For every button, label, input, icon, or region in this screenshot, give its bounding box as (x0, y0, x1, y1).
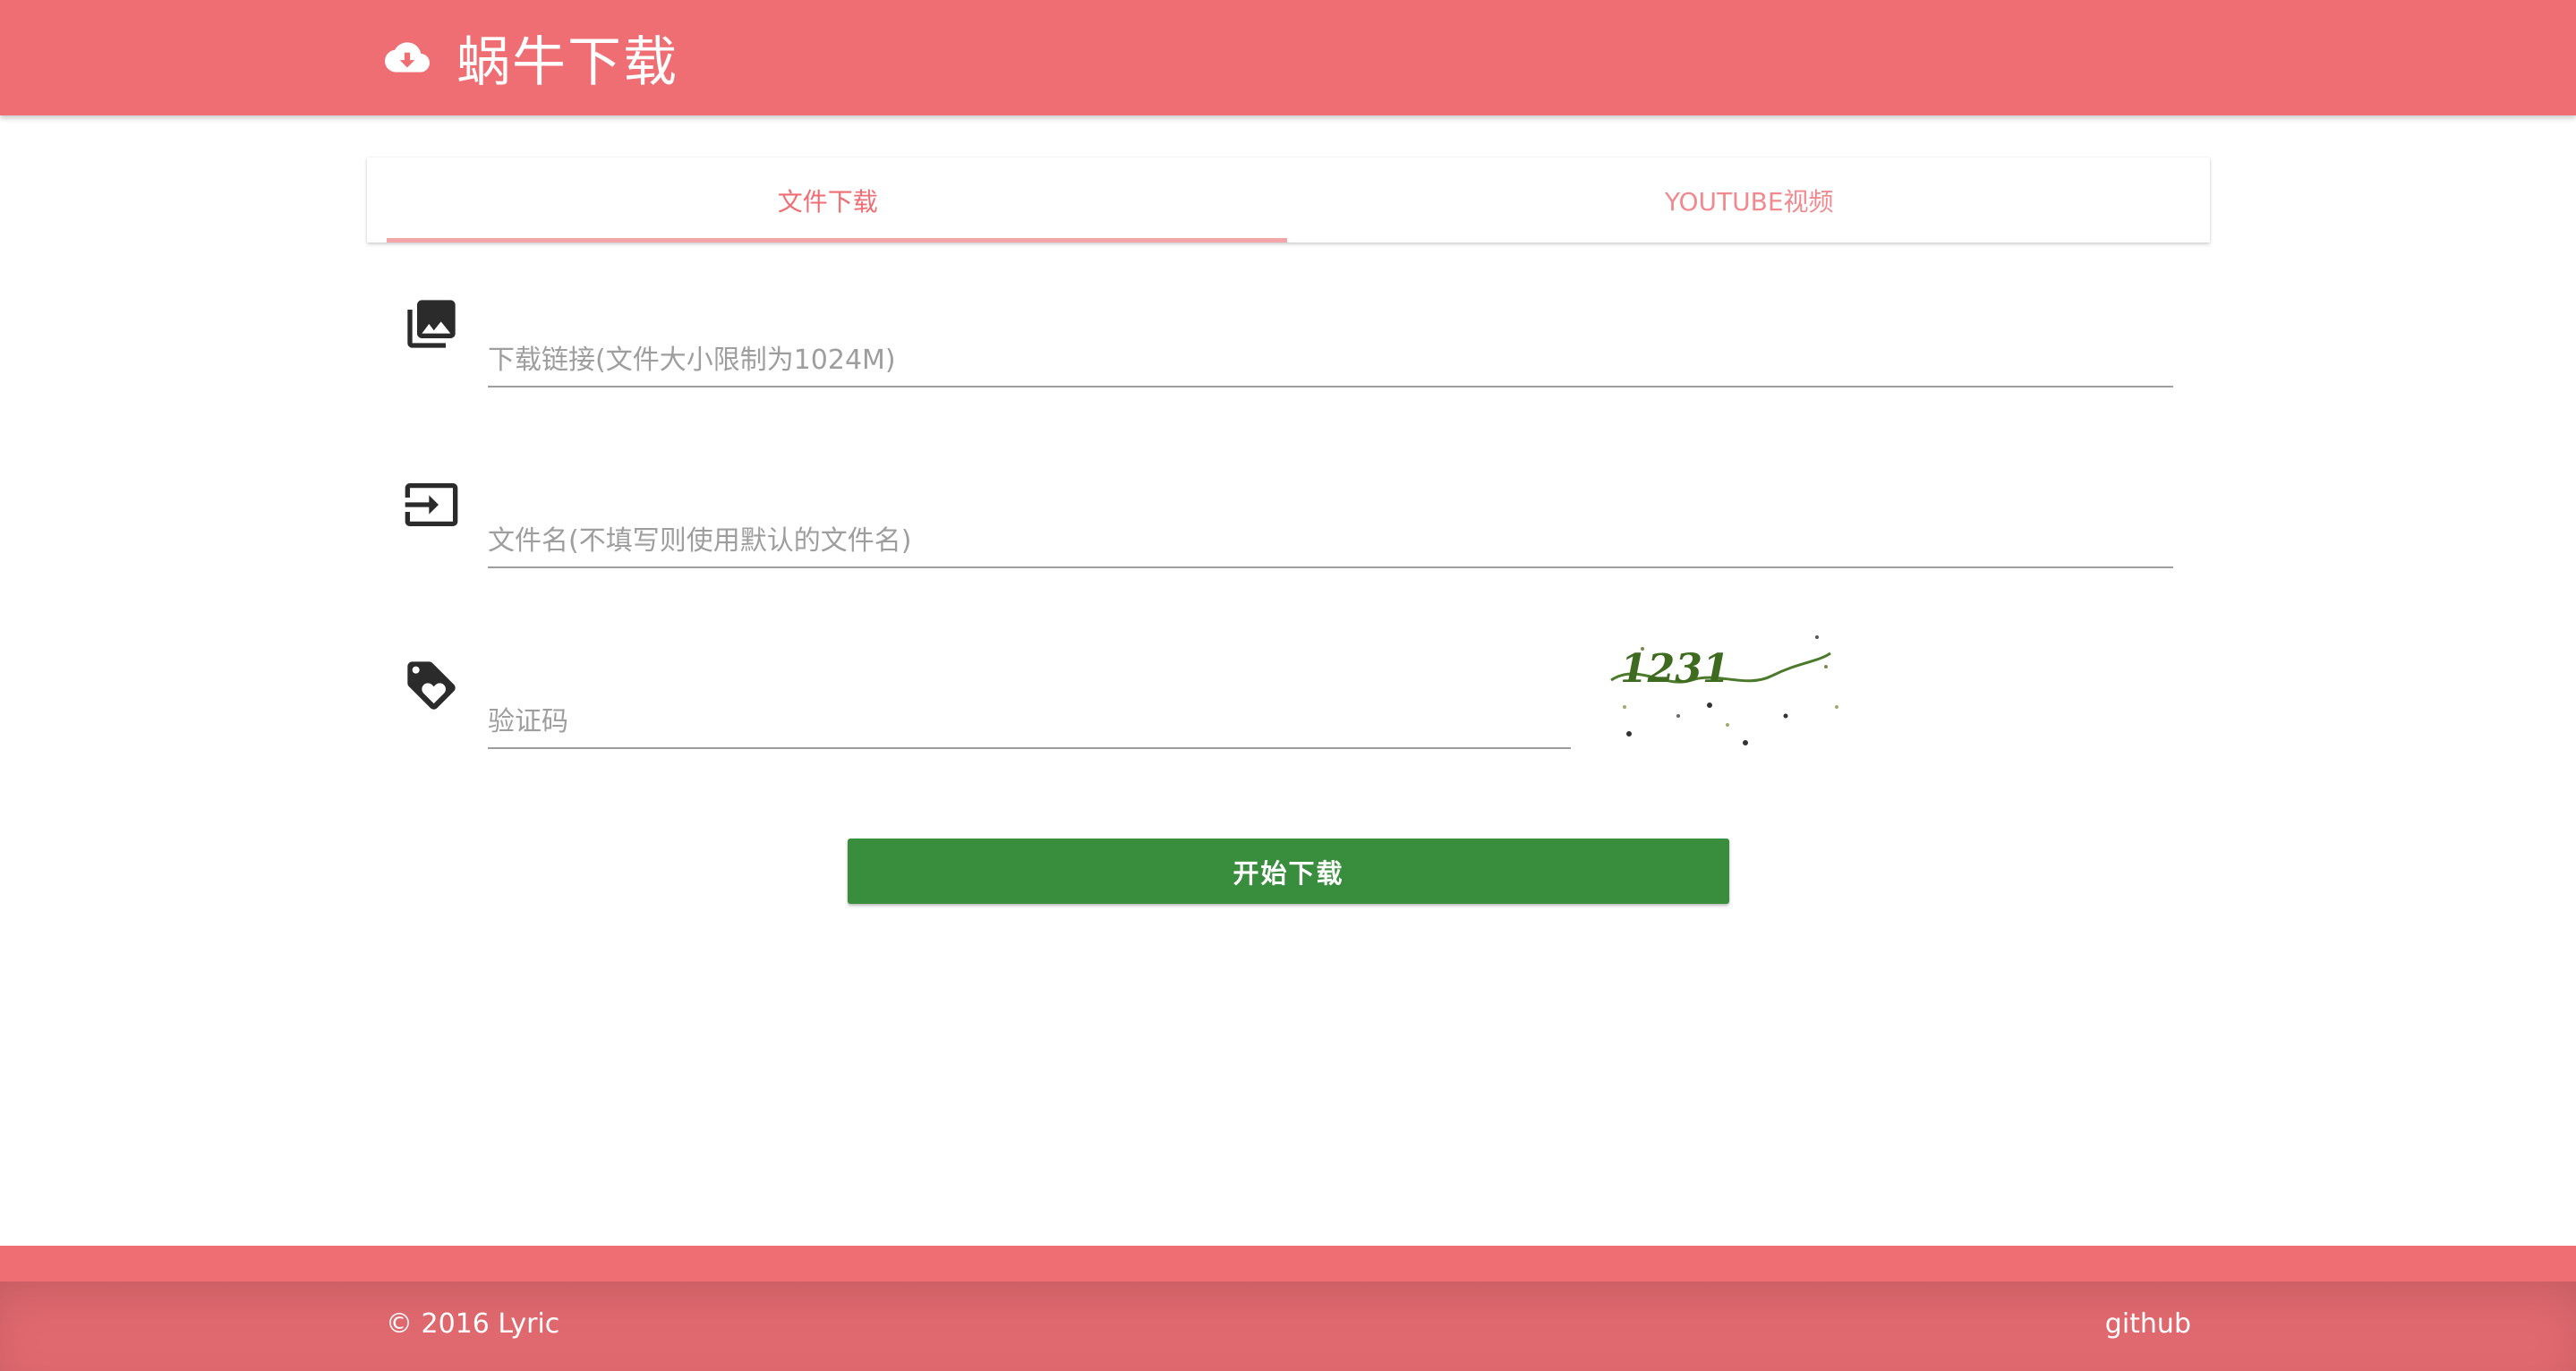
brand[interactable]: 蜗牛下载 (385, 25, 678, 94)
brand-title: 蜗牛下载 (456, 30, 678, 94)
download-url-input[interactable] (488, 334, 2173, 386)
start-download-button[interactable]: 开始下载 (848, 839, 1729, 904)
tab-bar: 文件下载 YOUTUBE视频 (367, 158, 2210, 243)
footer-band (0, 1246, 2576, 1282)
footer: © 2016 Lyric github (0, 1282, 2576, 1371)
top-navbar: 蜗牛下载 (0, 0, 2576, 115)
footer-copyright: © 2016 Lyric (386, 1308, 560, 1340)
page: 蜗牛下载 文件下载 YOUTUBE视频 下载链接(文件大小限制为1024M) 文… (0, 0, 2576, 1371)
photo-library-icon (407, 300, 456, 348)
captcha-input[interactable] (488, 695, 1571, 747)
github-link[interactable]: github (2105, 1308, 2191, 1340)
download-url-field[interactable] (488, 334, 2173, 387)
active-tab-indicator (387, 238, 1287, 243)
filename-input[interactable] (488, 515, 2173, 566)
cloud-download-icon (385, 42, 430, 72)
captcha-image[interactable]: 1231 (1602, 626, 1844, 756)
tab-label: 文件下载 (777, 186, 878, 217)
captcha-text: 1231 (1620, 646, 1729, 692)
tab-label: YOUTUBE视频 (1664, 186, 1834, 217)
tab-file-download[interactable]: 文件下载 (367, 158, 1289, 243)
input-icon (405, 483, 458, 526)
filename-field[interactable] (488, 515, 2173, 568)
captcha-field[interactable] (488, 695, 1571, 749)
tab-youtube-video[interactable]: YOUTUBE视频 (1289, 158, 2211, 243)
loyalty-tag-icon (407, 661, 456, 710)
